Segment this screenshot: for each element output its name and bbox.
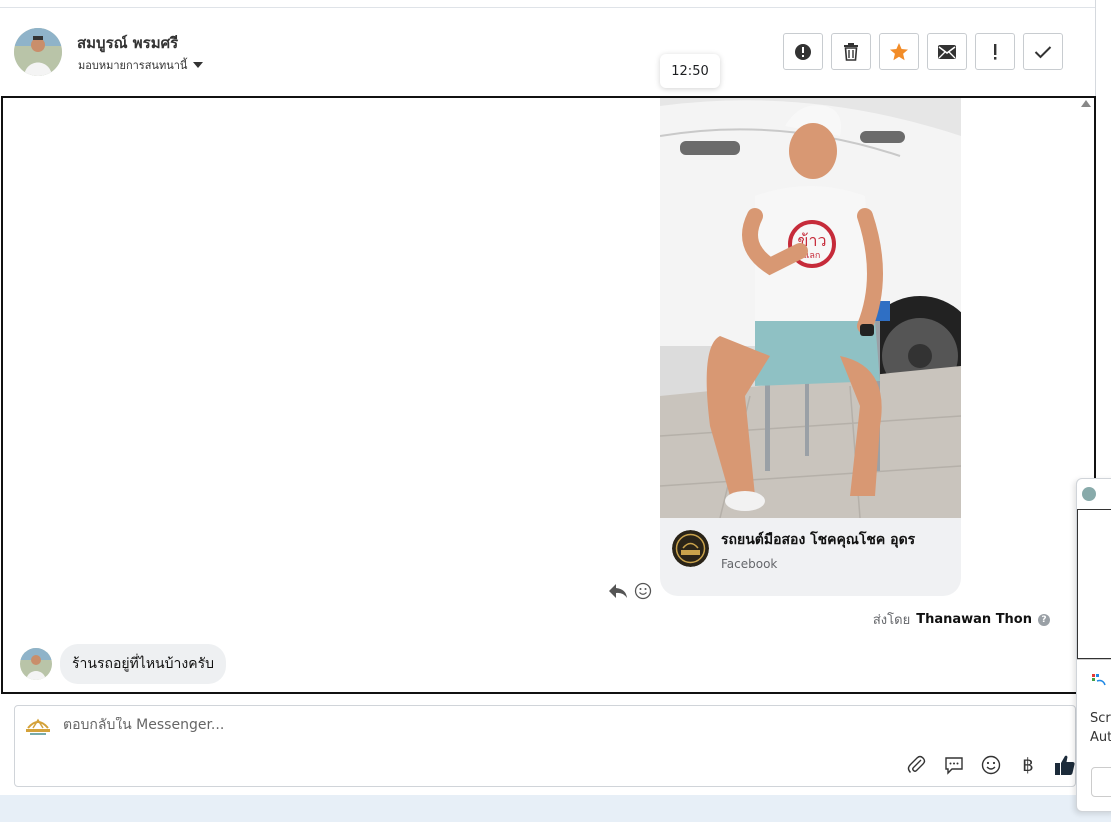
like-button[interactable]	[1053, 753, 1077, 777]
emoji-button[interactable]	[979, 753, 1003, 777]
report-spam-button[interactable]	[783, 33, 823, 70]
reply-input[interactable]	[63, 717, 1043, 733]
side-panel-line-2: Aut	[1090, 730, 1111, 745]
contact-avatar[interactable]	[14, 28, 62, 76]
exclamation-icon	[994, 43, 997, 60]
sent-by-label: ส่งโดย Thanawan Thon ?	[873, 609, 1050, 630]
mark-done-button[interactable]	[1023, 33, 1063, 70]
baht-icon: ฿	[1022, 754, 1034, 776]
post-photo: ข้าว แลก	[660, 98, 961, 518]
mark-unread-button[interactable]	[927, 33, 967, 70]
conversation-header: สมบูรณ์ พรมศรี มอบหมายการสนทนานี้	[0, 8, 1095, 96]
shared-post-card[interactable]: ข้าว แลก รถยนต์มือสอง โชคคุณโชค อุดร Fac…	[660, 98, 961, 596]
app-logo-icon	[1092, 674, 1106, 686]
saved-reply-icon	[945, 757, 963, 775]
emoji-reaction-icon[interactable]	[634, 582, 652, 600]
divider	[1095, 0, 1096, 96]
delete-button[interactable]	[831, 33, 871, 70]
thumbs-up-icon	[1055, 755, 1075, 775]
chevron-down-icon	[193, 62, 204, 68]
star-icon	[890, 42, 908, 60]
side-panel-button[interactable]	[1091, 767, 1111, 797]
contact-name: สมบูรณ์ พรมศรี	[77, 34, 179, 52]
sent-by-agent: Thanawan Thon	[916, 612, 1032, 627]
incoming-message: ร้านรถอยู่ที่ไหนบ้างครับ	[20, 644, 226, 684]
sender-avatar	[20, 648, 52, 680]
sent-by-prefix: ส่งโดย	[872, 613, 911, 628]
help-icon[interactable]: ?	[1038, 613, 1050, 626]
message-bubble[interactable]: ร้านรถอยู่ที่ไหนบ้างครับ	[60, 644, 226, 684]
divider	[1077, 659, 1111, 660]
assign-label: มอบหมายการสนทนานี้	[78, 59, 188, 72]
envelope-icon	[938, 44, 956, 59]
scroll-up-arrow-icon[interactable]	[1081, 100, 1091, 107]
composer-tools: ฿	[905, 753, 1077, 777]
post-caption[interactable]: รถยนต์มือสอง โชคคุณโชค อุดร Facebook	[672, 530, 915, 571]
payment-button[interactable]: ฿	[1016, 753, 1040, 777]
attach-button[interactable]	[905, 753, 929, 777]
side-panel-avatar	[1082, 487, 1096, 501]
message-tools	[608, 582, 652, 600]
side-panel: Scre Aut	[1076, 478, 1111, 812]
saved-reply-button[interactable]	[942, 753, 966, 777]
post-title: รถยนต์มือสอง โชคคุณโชค อุดร	[721, 532, 916, 548]
follow-up-button[interactable]	[975, 33, 1015, 70]
post-source: Facebook	[721, 557, 778, 571]
page: สมบูรณ์ พรมศรี มอบหมายการสนทนานี้ 12:50 …	[0, 0, 1111, 822]
page-logo	[672, 530, 709, 567]
timestamp-tooltip: 12:50	[660, 54, 720, 88]
side-panel-preview	[1077, 509, 1111, 659]
star-button[interactable]	[879, 33, 919, 70]
exclamation-circle-icon	[795, 43, 811, 60]
trash-icon	[844, 42, 858, 61]
emoji-icon	[981, 755, 1001, 775]
reply-composer: ฿	[14, 705, 1076, 787]
message-thread[interactable]: ข้าว แลก รถยนต์มือสอง โชคคุณโชค อุดร Fac…	[1, 96, 1096, 694]
page-logo-icon	[26, 718, 50, 735]
side-panel-line-1: Scre	[1090, 711, 1111, 726]
side-panel-text: Scre Aut	[1090, 709, 1111, 747]
assign-conversation-dropdown[interactable]: มอบหมายการสนทนานี้	[78, 56, 204, 74]
reply-icon[interactable]	[608, 582, 628, 600]
conversation-actions	[783, 33, 1063, 70]
check-icon	[1034, 45, 1052, 58]
paperclip-icon	[907, 755, 926, 773]
